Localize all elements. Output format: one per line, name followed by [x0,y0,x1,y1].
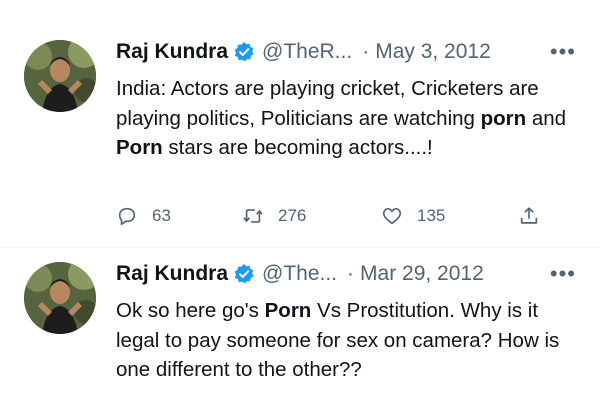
author-handle[interactable]: @The... [262,262,337,286]
author-handle[interactable]: @TheR... [262,40,352,64]
text-bold: Porn [116,136,163,159]
text-part: India: Actors are playing cricket, Crick… [116,77,539,130]
heart-icon [382,208,402,225]
tweet-actions: 63 276 135 [116,201,556,231]
text-bold: porn [480,106,527,130]
retweet-button[interactable]: 276 [242,201,306,231]
divider [0,247,600,248]
author-name[interactable]: Raj Kundra [116,40,228,64]
verified-badge-icon [234,42,254,62]
reply-button[interactable]: 63 [116,201,171,231]
tweet[interactable]: Raj Kundra @The... · Mar 29, 2012 ••• Ok… [0,256,600,400]
separator-dot: · [347,262,355,285]
tweet-header: Raj Kundra @The... · Mar 29, 2012 ••• [116,258,576,290]
text-part: stars are becoming actors....! [162,136,433,159]
text-bold: Porn [264,299,312,322]
like-count: 135 [417,206,446,225]
avatar[interactable] [24,40,96,112]
tweet-text: Ok so here go's Porn Vs Prostitution. Wh… [116,296,586,385]
tweet-text: India: Actors are playing cricket, Crick… [116,74,586,163]
separator-dot: · [362,40,370,63]
retweet-icon [243,209,263,223]
retweet-count: 276 [278,206,307,225]
author-name[interactable]: Raj Kundra [116,262,228,286]
avatar[interactable] [24,262,96,334]
tweet-date[interactable]: Mar 29, 2012 [360,262,484,286]
more-options-icon[interactable]: ••• [540,36,576,68]
text-part: Ok so here go's [116,299,265,322]
verified-badge-icon [234,264,254,284]
text-part: and [526,106,567,130]
tweet-date[interactable]: May 3, 2012 [375,40,491,64]
reply-icon [118,207,136,226]
tweet[interactable]: Raj Kundra @TheR... · May 3, 2012 ••• In… [0,34,600,244]
share-button[interactable] [518,201,540,231]
share-icon [520,207,538,224]
like-button[interactable]: 135 [381,201,445,231]
more-options-icon[interactable]: ••• [540,258,576,290]
tweet-header: Raj Kundra @TheR... · May 3, 2012 ••• [116,36,576,68]
reply-count: 63 [152,206,171,225]
